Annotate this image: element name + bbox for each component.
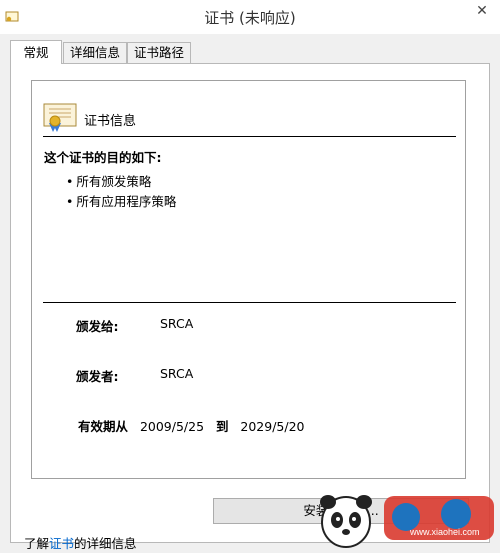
issued-by-label: 颁发者: bbox=[76, 369, 119, 384]
issued-to-label: 颁发给: bbox=[76, 319, 119, 334]
cert-info-box: 证书信息 这个证书的目的如下: 所有颁发策略 所有应用程序策略 颁发给: SRC… bbox=[31, 80, 466, 479]
watermark-url: www.xiaohei.com bbox=[409, 527, 480, 537]
tab-cert-path[interactable]: 证书路径 bbox=[127, 42, 191, 63]
footer-help: 了解证书的详细信息 bbox=[24, 536, 137, 551]
close-icon: ✕ bbox=[476, 3, 488, 19]
issued-by-value: SRCA bbox=[160, 366, 194, 381]
purpose-heading: 这个证书的目的如下: bbox=[44, 150, 162, 165]
divider-top bbox=[43, 136, 456, 137]
title-bar: 证书 (未响应) ✕ bbox=[0, 0, 500, 34]
general-tab-panel: 证书信息 这个证书的目的如下: 所有颁发策略 所有应用程序策略 颁发给: SRC… bbox=[10, 63, 490, 543]
purpose-item: 所有颁发策略 bbox=[66, 172, 176, 192]
window-title: 证书 (未响应) bbox=[204, 9, 296, 27]
learn-cert-link[interactable]: 证书 bbox=[49, 536, 74, 551]
validity-label: 有效期从 bbox=[78, 419, 129, 434]
purpose-list: 所有颁发策略 所有应用程序策略 bbox=[66, 172, 176, 212]
validity-to-label: 到 bbox=[215, 419, 229, 434]
watermark-logo: www.xiaohei.com bbox=[306, 484, 500, 553]
certificate-icon bbox=[43, 103, 77, 136]
issued-to-value: SRCA bbox=[160, 316, 194, 331]
close-button[interactable]: ✕ bbox=[464, 0, 500, 22]
purpose-item: 所有应用程序策略 bbox=[66, 192, 176, 212]
divider-bottom bbox=[43, 302, 456, 303]
validity-row: 有效期从 2009/5/25 到 2029/5/20 bbox=[78, 416, 304, 435]
cert-info-title: 证书信息 bbox=[84, 114, 137, 129]
tab-general[interactable]: 常规 bbox=[10, 40, 62, 64]
valid-to: 2029/5/20 bbox=[240, 419, 305, 434]
tab-details[interactable]: 详细信息 bbox=[63, 42, 127, 63]
valid-from: 2009/5/25 bbox=[139, 419, 205, 434]
